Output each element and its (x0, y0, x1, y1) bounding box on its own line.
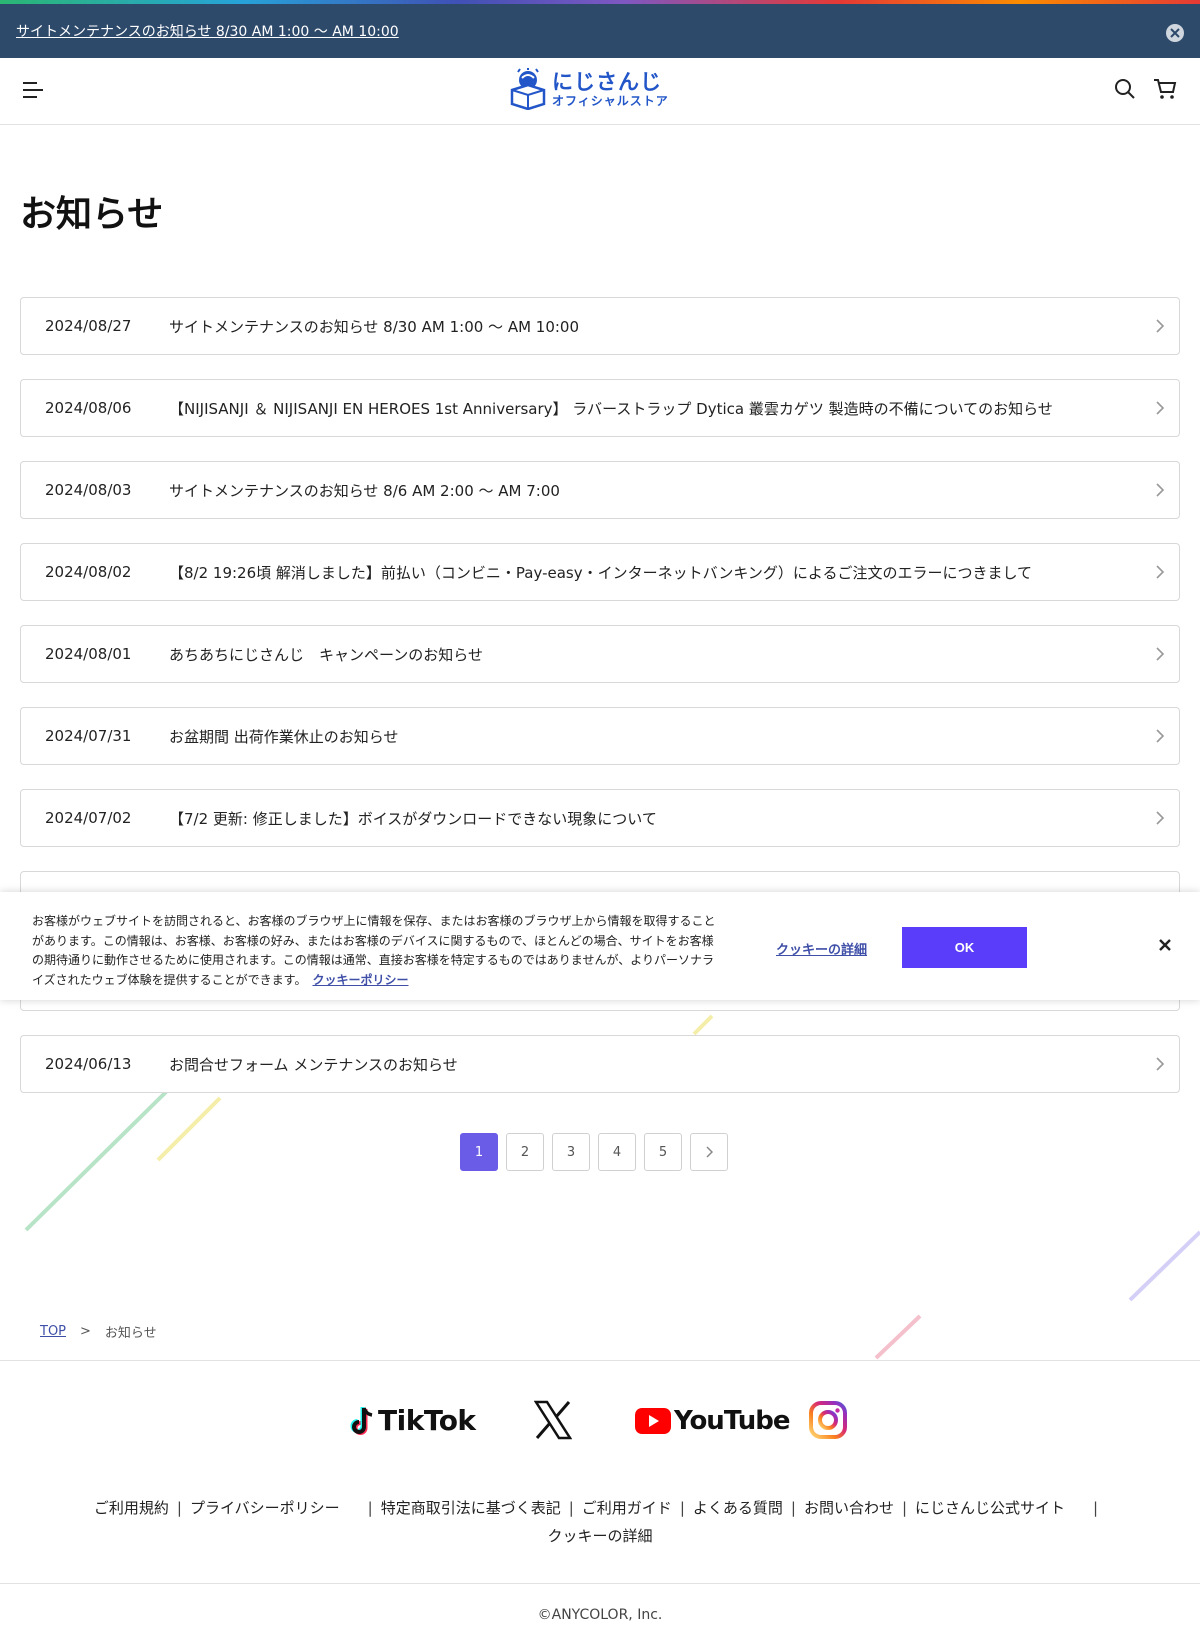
logo-main-text: にじさんじ (552, 69, 662, 94)
news-title: サイトメンテナンスのお知らせ 8/30 AM 1:00 〜 AM 10:00 (169, 317, 580, 336)
close-icon (1170, 28, 1180, 38)
footer-divider (0, 1360, 1200, 1361)
site-header: にじさんじ オフィシャルストア (0, 58, 1200, 125)
chevron-right-icon (1156, 647, 1165, 661)
footer-divider (0, 1583, 1200, 1584)
x-link[interactable] (533, 1400, 573, 1444)
close-icon (1159, 939, 1171, 951)
news-title: 【7/2 更新: 修正しました】ボイスがダウンロードできない現象について (169, 809, 657, 828)
page-5-button[interactable]: 5 (644, 1133, 682, 1171)
news-item[interactable]: 2024/08/03 サイトメンテナンスのお知らせ 8/6 AM 2:00 〜 … (20, 461, 1180, 519)
breadcrumb-separator: > (80, 1324, 91, 1339)
footer-links: ご利用規約 | プライバシーポリシー | 特定商取引法に基づく表記 | ご利用ガイド |… (0, 1494, 1200, 1550)
footer-link-terms[interactable]: ご利用規約 (94, 1494, 169, 1522)
cookie-detail-link[interactable]: クッキーの詳細 (776, 939, 867, 958)
footer-link-faq[interactable]: よくある質問 (693, 1494, 783, 1522)
page-4-button[interactable]: 4 (598, 1133, 636, 1171)
announcement-bar: サイトメンテナンスのお知らせ 8/30 AM 1:00 〜 AM 10:00 (0, 4, 1200, 58)
tiktok-icon (350, 1406, 373, 1435)
x-logo-icon (533, 1400, 573, 1440)
news-item[interactable]: 2024/06/13 お問合せフォーム メンテナンスのお知らせ (20, 1035, 1180, 1093)
chevron-right-icon (706, 1146, 713, 1158)
footer-link-privacy[interactable]: プライバシーポリシー (190, 1494, 340, 1522)
news-item[interactable]: 2024/08/06 【NIJISANJI ＆ NIJISANJI EN HER… (20, 379, 1180, 437)
news-date: 2024/08/02 (45, 563, 132, 581)
footer-link-cookie-detail[interactable]: クッキーの詳細 (547, 1522, 652, 1550)
chevron-right-icon (1156, 729, 1165, 743)
news-date: 2024/08/06 (45, 399, 132, 417)
tiktok-link[interactable]: TikTok (350, 1404, 476, 1437)
instagram-icon (809, 1401, 847, 1439)
cart-button[interactable] (1153, 78, 1177, 104)
news-date: 2024/06/13 (45, 1055, 132, 1073)
chevron-right-icon (1156, 319, 1165, 333)
tiktok-text: TikTok (378, 1404, 476, 1437)
breadcrumb: TOP > お知らせ (40, 1322, 157, 1341)
news-title: お問合せフォーム メンテナンスのお知らせ (169, 1055, 458, 1074)
mascot-box-icon (510, 68, 546, 110)
announcement-link[interactable]: サイトメンテナンスのお知らせ 8/30 AM 1:00 〜 AM 10:00 (16, 21, 399, 41)
store-logo[interactable]: にじさんじ オフィシャルストア (508, 68, 669, 110)
footer-link-tokushoho[interactable]: 特定商取引法に基づく表記 (381, 1494, 561, 1522)
chevron-right-icon (1156, 401, 1165, 415)
news-date: 2024/08/27 (45, 317, 132, 335)
instagram-link[interactable] (808, 1400, 848, 1444)
page-1-button[interactable]: 1 (460, 1133, 498, 1171)
youtube-icon (635, 1408, 671, 1434)
news-date: 2024/07/31 (45, 727, 132, 745)
page-3-button[interactable]: 3 (552, 1133, 590, 1171)
news-item[interactable]: 2024/08/02 【8/2 19:26頃 解消しました】前払い（コンビニ・P… (20, 543, 1180, 601)
cookie-banner: お客様がウェブサイトを訪問されると、お客様のブラウザ上に情報を保存、またはお客様… (0, 892, 1200, 1000)
announcement-close-button[interactable] (1166, 24, 1184, 42)
news-title: あちあちにじさんじ キャンペーンのお知らせ (169, 645, 483, 664)
news-item[interactable]: 2024/08/27 サイトメンテナンスのお知らせ 8/30 AM 1:00 〜… (20, 297, 1180, 355)
chevron-right-icon (1156, 483, 1165, 497)
chevron-right-icon (1156, 811, 1165, 825)
next-page-button[interactable] (690, 1133, 728, 1171)
logo-sub-text: オフィシャルストア (552, 93, 669, 108)
page-title: お知らせ (20, 194, 164, 235)
chevron-right-icon (1156, 565, 1165, 579)
breadcrumb-current: お知らせ (104, 1326, 157, 1341)
cookie-policy-link[interactable]: クッキーポリシー (312, 973, 408, 987)
news-title: サイトメンテナンスのお知らせ 8/6 AM 2:00 〜 AM 7:00 (169, 481, 560, 500)
news-date: 2024/08/03 (45, 481, 132, 499)
social-links: TikTok YouTube (350, 1398, 850, 1448)
search-button[interactable] (1114, 78, 1136, 104)
cookie-ok-button[interactable]: OK (902, 927, 1027, 968)
cookie-banner-text: お客様がウェブサイトを訪問されると、お客様のブラウザ上に情報を保存、またはお客様… (32, 912, 722, 990)
pagination: 1 2 3 4 5 (460, 1133, 728, 1171)
cookie-close-button[interactable] (1158, 937, 1172, 956)
cart-icon (1154, 79, 1177, 99)
news-item[interactable]: 2024/08/01 あちあちにじさんじ キャンペーンのお知らせ (20, 625, 1180, 683)
news-date: 2024/07/02 (45, 809, 132, 827)
news-title: 【NIJISANJI ＆ NIJISANJI EN HEROES 1st Ann… (169, 399, 1053, 418)
news-item[interactable]: 2024/07/02 【7/2 更新: 修正しました】ボイスがダウンロードできな… (20, 789, 1180, 847)
copyright: ©ANYCOLOR, Inc. (537, 1607, 663, 1623)
breadcrumb-top-link[interactable]: TOP (40, 1324, 66, 1339)
youtube-link[interactable]: YouTube (635, 1406, 790, 1436)
hamburger-menu-button[interactable] (22, 80, 44, 104)
news-title: 【8/2 19:26頃 解消しました】前払い（コンビニ・Pay-easy・インタ… (169, 563, 1033, 582)
footer-link-guide[interactable]: ご利用ガイド (582, 1494, 672, 1522)
menu-icon (23, 82, 43, 98)
news-item[interactable]: 2024/07/31 お盆期間 出荷作業休止のお知らせ (20, 707, 1180, 765)
footer-link-official-site[interactable]: にじさんじ公式サイト (915, 1494, 1065, 1522)
news-date: 2024/08/01 (45, 645, 132, 663)
page-2-button[interactable]: 2 (506, 1133, 544, 1171)
chevron-right-icon (1156, 1057, 1165, 1071)
youtube-text: YouTube (674, 1406, 790, 1436)
news-title: お盆期間 出荷作業休止のお知らせ (169, 727, 399, 746)
footer-link-contact[interactable]: お問い合わせ (804, 1494, 894, 1522)
search-icon (1115, 79, 1135, 99)
